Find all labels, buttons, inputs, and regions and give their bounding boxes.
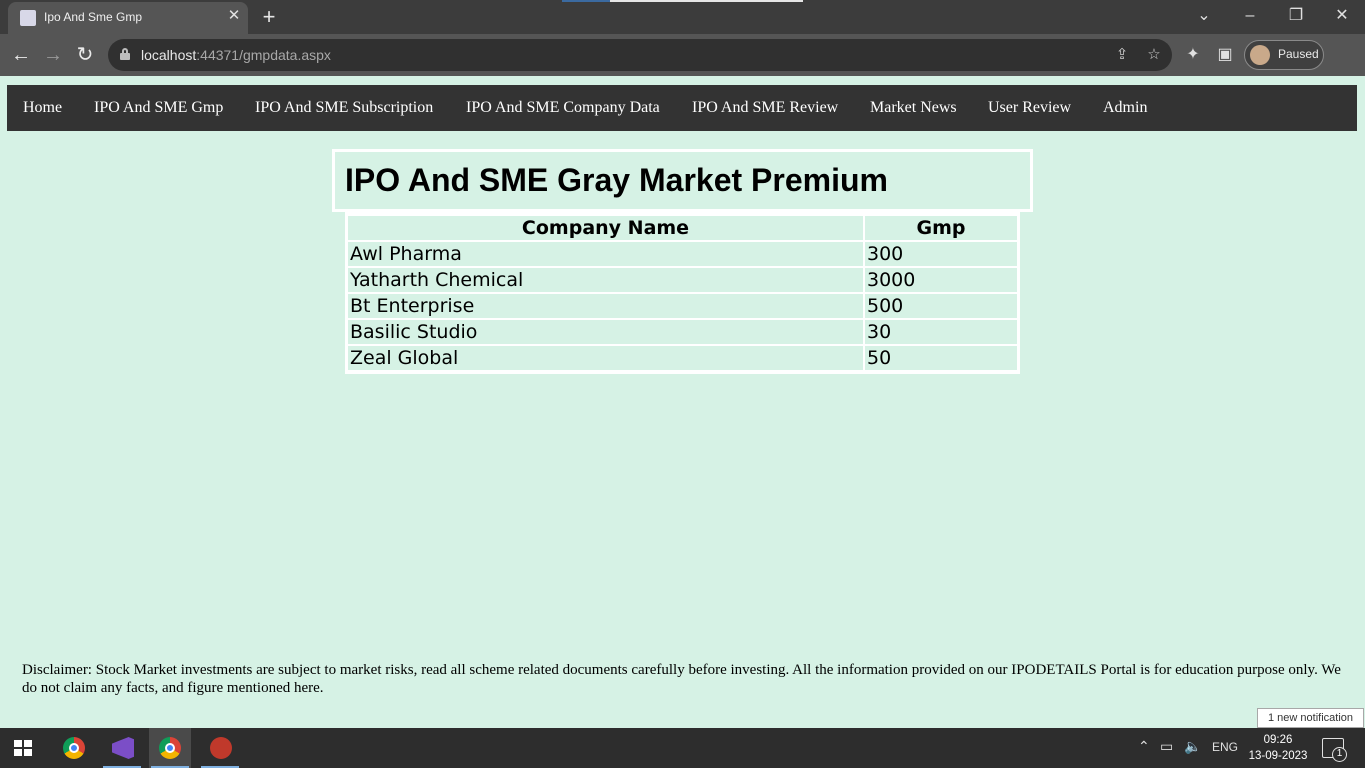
nav-item-ipo-sme-company-data[interactable]: IPO And SME Company Data	[466, 99, 660, 117]
forward-icon[interactable]: →	[40, 42, 66, 68]
clock[interactable]: 09:26 13-09-2023	[1238, 732, 1318, 764]
table-row: Bt Enterprise 500	[348, 294, 1017, 318]
company-name-cell: Awl Pharma	[348, 242, 863, 266]
gmp-cell: 3000	[865, 268, 1017, 292]
chrome-profile-icon	[159, 737, 181, 759]
page-favicon-icon	[20, 10, 36, 26]
nav-item-admin[interactable]: Admin	[1103, 99, 1147, 117]
gmp-cell: 300	[865, 242, 1017, 266]
extensions-icon[interactable]: ✦	[1180, 42, 1206, 68]
close-tab-icon[interactable]: ✕	[225, 7, 243, 25]
browser-toolbar: ← → ↻ localhost:44371/gmpdata.aspx ⇪ ☆ ✦…	[0, 34, 1365, 76]
notification-tooltip: 1 new notification	[1257, 708, 1364, 728]
new-tab-icon[interactable]: +	[256, 4, 282, 30]
disclaimer-text: Disclaimer: Stock Market investments are…	[22, 662, 1341, 696]
loading-strip	[562, 0, 803, 2]
clock-date: 13-09-2023	[1248, 750, 1308, 762]
gmp-table: Company Name Gmp Awl Pharma 300 Yatharth…	[345, 212, 1020, 374]
page-title-box: IPO And SME Gray Market Premium	[332, 149, 1033, 212]
nav-item-user-review[interactable]: User Review	[988, 99, 1071, 117]
language-indicator[interactable]: ENG	[1212, 740, 1238, 754]
side-panel-icon[interactable]: ▣	[1212, 42, 1238, 68]
table-row: Basilic Studio 30	[348, 320, 1017, 344]
column-header-gmp: Gmp	[865, 216, 1017, 240]
taskbar-visual-studio[interactable]	[101, 728, 143, 768]
table-row: Zeal Global 50	[348, 346, 1017, 370]
gmp-cell: 500	[865, 294, 1017, 318]
gmp-cell: 50	[865, 346, 1017, 370]
git-client-icon	[210, 737, 232, 759]
table-header-row: Company Name Gmp	[348, 216, 1017, 240]
tab-search-icon[interactable]: ⌄	[1181, 2, 1227, 30]
company-name-cell: Bt Enterprise	[348, 294, 863, 318]
company-name-cell: Basilic Studio	[348, 320, 863, 344]
clock-time: 09:26	[1263, 734, 1293, 746]
page-title: IPO And SME Gray Market Premium	[345, 162, 888, 198]
site-nav: Home IPO And SME Gmp IPO And SME Subscri…	[7, 85, 1357, 131]
avatar	[1250, 45, 1270, 65]
taskbar-git-app[interactable]	[199, 728, 241, 768]
taskbar-chrome[interactable]	[53, 728, 95, 768]
browser-tab[interactable]: Ipo And Sme Gmp ✕	[8, 2, 248, 34]
nav-item-ipo-sme-review[interactable]: IPO And SME Review	[692, 99, 838, 117]
profile-button[interactable]: Paused	[1244, 40, 1324, 70]
network-icon[interactable]: ▭	[1160, 738, 1173, 755]
taskbar: ⌃ ▭ 🔈 ENG 09:26 13-09-2023 1	[0, 728, 1365, 768]
visual-studio-icon	[112, 737, 134, 759]
show-hidden-icons-icon[interactable]: ⌃	[1138, 738, 1150, 755]
share-icon[interactable]: ⇪	[1111, 44, 1133, 66]
gmp-cell: 30	[865, 320, 1017, 344]
chrome-icon	[63, 737, 85, 759]
address-bar[interactable]: localhost:44371/gmpdata.aspx ⇪ ☆	[108, 39, 1172, 71]
lock-icon[interactable]	[120, 48, 130, 60]
company-name-cell: Yatharth Chemical	[348, 268, 863, 292]
restore-icon[interactable]: ❐	[1273, 2, 1319, 30]
tab-title: Ipo And Sme Gmp	[44, 10, 143, 24]
column-header-company-name: Company Name	[348, 216, 863, 240]
minimize-icon[interactable]: –	[1227, 2, 1273, 30]
table-row: Yatharth Chemical 3000	[348, 268, 1017, 292]
back-icon[interactable]: ←	[8, 42, 34, 68]
company-name-cell: Zeal Global	[348, 346, 863, 370]
profile-label: Paused	[1278, 47, 1319, 61]
nav-item-ipo-sme-gmp[interactable]: IPO And SME Gmp	[94, 99, 223, 117]
reload-icon[interactable]: ↻	[72, 42, 98, 68]
table-row: Awl Pharma 300	[348, 242, 1017, 266]
notification-badge: 1	[1332, 747, 1347, 762]
taskbar-chrome-active[interactable]	[149, 728, 191, 768]
bookmark-star-icon[interactable]: ☆	[1143, 44, 1165, 66]
url-text[interactable]: localhost:44371/gmpdata.aspx	[141, 47, 331, 63]
nav-item-home[interactable]: Home	[23, 99, 62, 117]
close-window-icon[interactable]: ✕	[1319, 2, 1365, 30]
nav-item-market-news[interactable]: Market News	[870, 99, 957, 117]
windows-start-icon[interactable]	[14, 740, 32, 757]
nav-item-ipo-sme-subscription[interactable]: IPO And SME Subscription	[255, 99, 433, 117]
volume-icon[interactable]: 🔈	[1184, 738, 1201, 755]
browser-titlebar: Ipo And Sme Gmp ✕ + ⌄ – ❐ ✕	[0, 0, 1365, 34]
